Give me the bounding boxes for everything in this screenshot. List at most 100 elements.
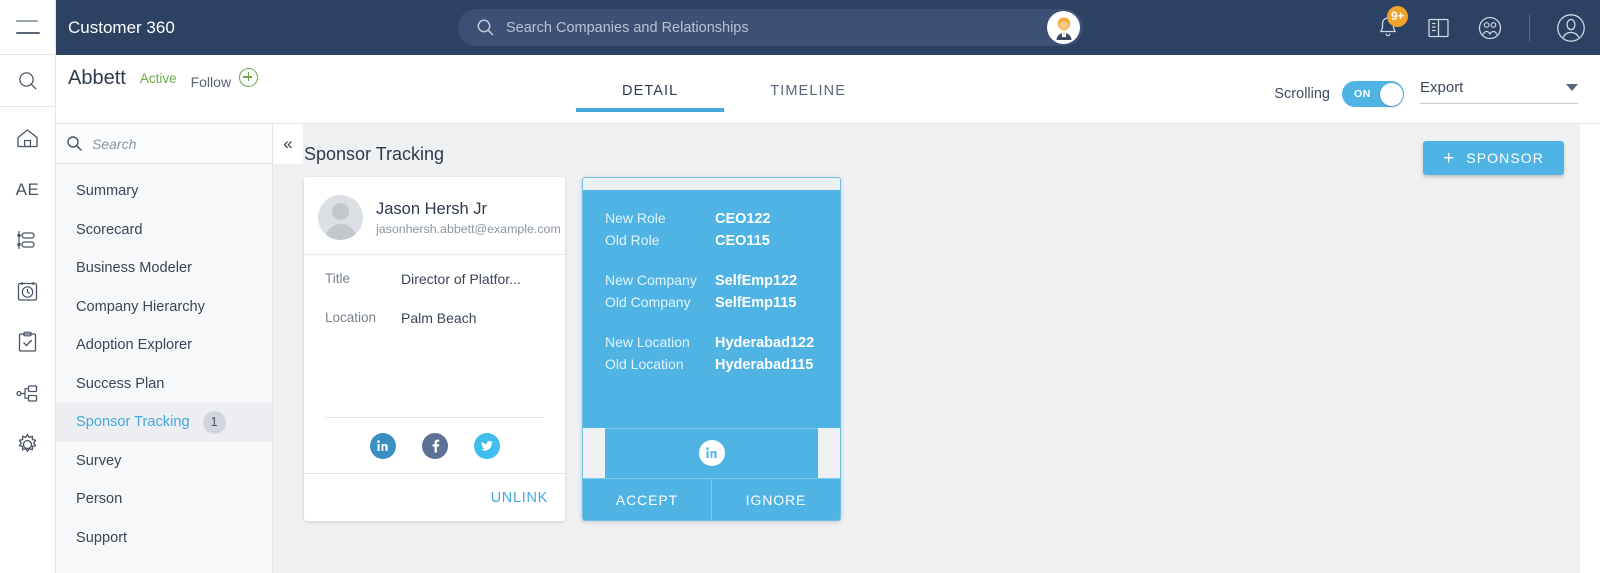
sidebar-item-business-modeler[interactable]: Business Modeler xyxy=(56,249,272,288)
ignore-button[interactable]: IGNORE xyxy=(711,479,840,520)
rail-item-settings[interactable] xyxy=(0,419,55,470)
account-subheader: Abbett Active Follow DETAIL TIMELINE Scr… xyxy=(56,55,1600,124)
sidebar-item-person[interactable]: Person xyxy=(56,480,272,519)
update-row-value: CEO122 xyxy=(715,211,771,227)
rail-item-sliders[interactable] xyxy=(0,215,55,266)
rail-item-clock[interactable] xyxy=(0,266,55,317)
rail-item-ae[interactable]: AE xyxy=(0,164,55,215)
sidebar-item-summary[interactable]: Summary xyxy=(56,172,272,211)
search-icon xyxy=(17,70,39,92)
user-avatar-icon xyxy=(1556,13,1586,43)
person-field-label: Title xyxy=(325,271,401,287)
rail-search-button[interactable] xyxy=(0,55,55,107)
sidebar-item-company-hierarchy[interactable]: Company Hierarchy xyxy=(56,288,272,327)
gear-icon xyxy=(15,432,40,457)
search-avatar-icon xyxy=(1047,11,1080,44)
sidebar-item-label: Person xyxy=(76,491,122,507)
export-dropdown[interactable]: Export xyxy=(1420,79,1578,104)
avatar xyxy=(318,195,363,240)
knowledge-base-button[interactable] xyxy=(1426,16,1451,40)
facebook-icon[interactable] xyxy=(422,433,448,459)
update-row-value: Hyderabad115 xyxy=(715,357,813,373)
update-row-value: SelfEmp122 xyxy=(715,273,797,289)
hamburger-menu-button[interactable] xyxy=(0,0,55,55)
sidebar-item-count-badge: 1 xyxy=(203,411,226,434)
person-social-links xyxy=(325,417,544,473)
sidebar-search-input[interactable] xyxy=(92,136,242,152)
follow-label: Follow xyxy=(191,74,231,90)
sidebar-item-sponsor-tracking[interactable]: Sponsor Tracking 1 xyxy=(56,403,272,442)
search-input[interactable] xyxy=(506,20,1047,36)
tab-detail[interactable]: DETAIL xyxy=(576,83,724,112)
update-group-role: New Role CEO122 Old Role CEO115 xyxy=(605,210,818,249)
scrolling-control: Scrolling ON xyxy=(1274,81,1404,107)
sidebar-search[interactable] xyxy=(56,124,272,164)
person-card-header: Jason Hersh Jr jasonhersh.abbett@example… xyxy=(304,177,565,254)
clipboard-check-icon xyxy=(15,330,40,355)
right-edge-strip xyxy=(1580,124,1600,573)
sidebar-item-label: Sponsor Tracking xyxy=(76,414,190,430)
linkedin-icon[interactable] xyxy=(370,433,396,459)
update-row-label: New Location xyxy=(605,334,715,350)
app-title: Customer 360 xyxy=(68,18,175,38)
plus-icon: + xyxy=(1443,149,1455,168)
update-row-value: Hyderabad122 xyxy=(715,335,814,351)
plus-circle-icon xyxy=(239,68,258,87)
main-content: Sponsor Tracking + SPONSOR Jason Hersh J… xyxy=(273,124,1580,573)
sidebar-item-label: Business Modeler xyxy=(76,260,192,276)
account-status-badge: Active xyxy=(140,71,177,86)
sidebar-item-label: Adoption Explorer xyxy=(76,337,192,353)
person-field-row: Title Director of Platfor... xyxy=(325,271,544,287)
sidebar-collapse-button[interactable]: « xyxy=(273,124,303,164)
sidebar-item-support[interactable]: Support xyxy=(56,519,272,558)
twitter-icon[interactable] xyxy=(474,433,500,459)
icon-rail: AE xyxy=(0,0,56,573)
add-sponsor-label: SPONSOR xyxy=(1466,150,1544,166)
tab-timeline[interactable]: TIMELINE xyxy=(724,83,892,112)
linkedin-icon[interactable] xyxy=(699,440,725,466)
follow-button[interactable]: Follow xyxy=(191,68,258,90)
toggle-knob xyxy=(1380,83,1403,106)
update-card-actions: ACCEPT IGNORE xyxy=(583,478,840,520)
scrolling-toggle-state: ON xyxy=(1354,88,1371,100)
rail-item-list: AE xyxy=(0,107,55,470)
sidebar-item-scorecard[interactable]: Scorecard xyxy=(56,211,272,250)
top-bar-icon-group: 9+ xyxy=(1376,0,1586,55)
sidebar-item-success-plan[interactable]: Success Plan xyxy=(56,365,272,404)
update-row-label: Old Role xyxy=(605,232,715,248)
person-name: Jason Hersh Jr xyxy=(376,200,561,219)
section-sidebar: Summary Scorecard Business Modeler Compa… xyxy=(56,124,273,573)
person-field-value: Director of Platfor... xyxy=(401,271,521,287)
top-navigation-bar: Customer 360 xyxy=(56,0,1600,55)
chevron-double-left-icon: « xyxy=(283,134,292,154)
home-icon xyxy=(15,126,40,151)
rail-item-clipboard[interactable] xyxy=(0,317,55,368)
sliders-icon xyxy=(15,228,40,253)
update-group-company: New Company SelfEmp122 Old Company SelfE… xyxy=(605,272,818,311)
add-sponsor-button[interactable]: + SPONSOR xyxy=(1423,141,1564,175)
update-row-value: CEO115 xyxy=(715,233,770,249)
unlink-button[interactable]: UNLINK xyxy=(491,490,548,506)
global-search[interactable] xyxy=(458,9,1083,46)
community-icon xyxy=(1477,15,1503,41)
update-row-label: New Company xyxy=(605,272,715,288)
user-profile-button[interactable] xyxy=(1556,13,1586,43)
rail-item-hierarchy[interactable] xyxy=(0,368,55,419)
detail-timeline-tabs: DETAIL TIMELINE xyxy=(576,83,892,112)
notification-count-badge: 9+ xyxy=(1387,6,1408,27)
scrolling-toggle[interactable]: ON xyxy=(1342,81,1404,107)
accept-button[interactable]: ACCEPT xyxy=(583,479,711,520)
sidebar-item-survey[interactable]: Survey xyxy=(56,442,272,481)
sponsor-update-card: New Role CEO122 Old Role CEO115 New Comp… xyxy=(582,177,841,521)
sidebar-item-adoption-explorer[interactable]: Adoption Explorer xyxy=(56,326,272,365)
notifications-button[interactable]: 9+ xyxy=(1376,15,1400,40)
rail-item-home[interactable] xyxy=(0,113,55,164)
community-button[interactable] xyxy=(1477,15,1503,41)
export-label: Export xyxy=(1420,79,1463,96)
clock-box-icon xyxy=(15,279,40,304)
update-row-label: Old Company xyxy=(605,294,715,310)
person-card-fields: Title Director of Platfor... Location Pa… xyxy=(304,254,565,417)
person-card-footer: UNLINK xyxy=(304,473,565,521)
page-title: Sponsor Tracking xyxy=(304,144,444,165)
update-row: Old Role CEO115 xyxy=(605,232,818,249)
